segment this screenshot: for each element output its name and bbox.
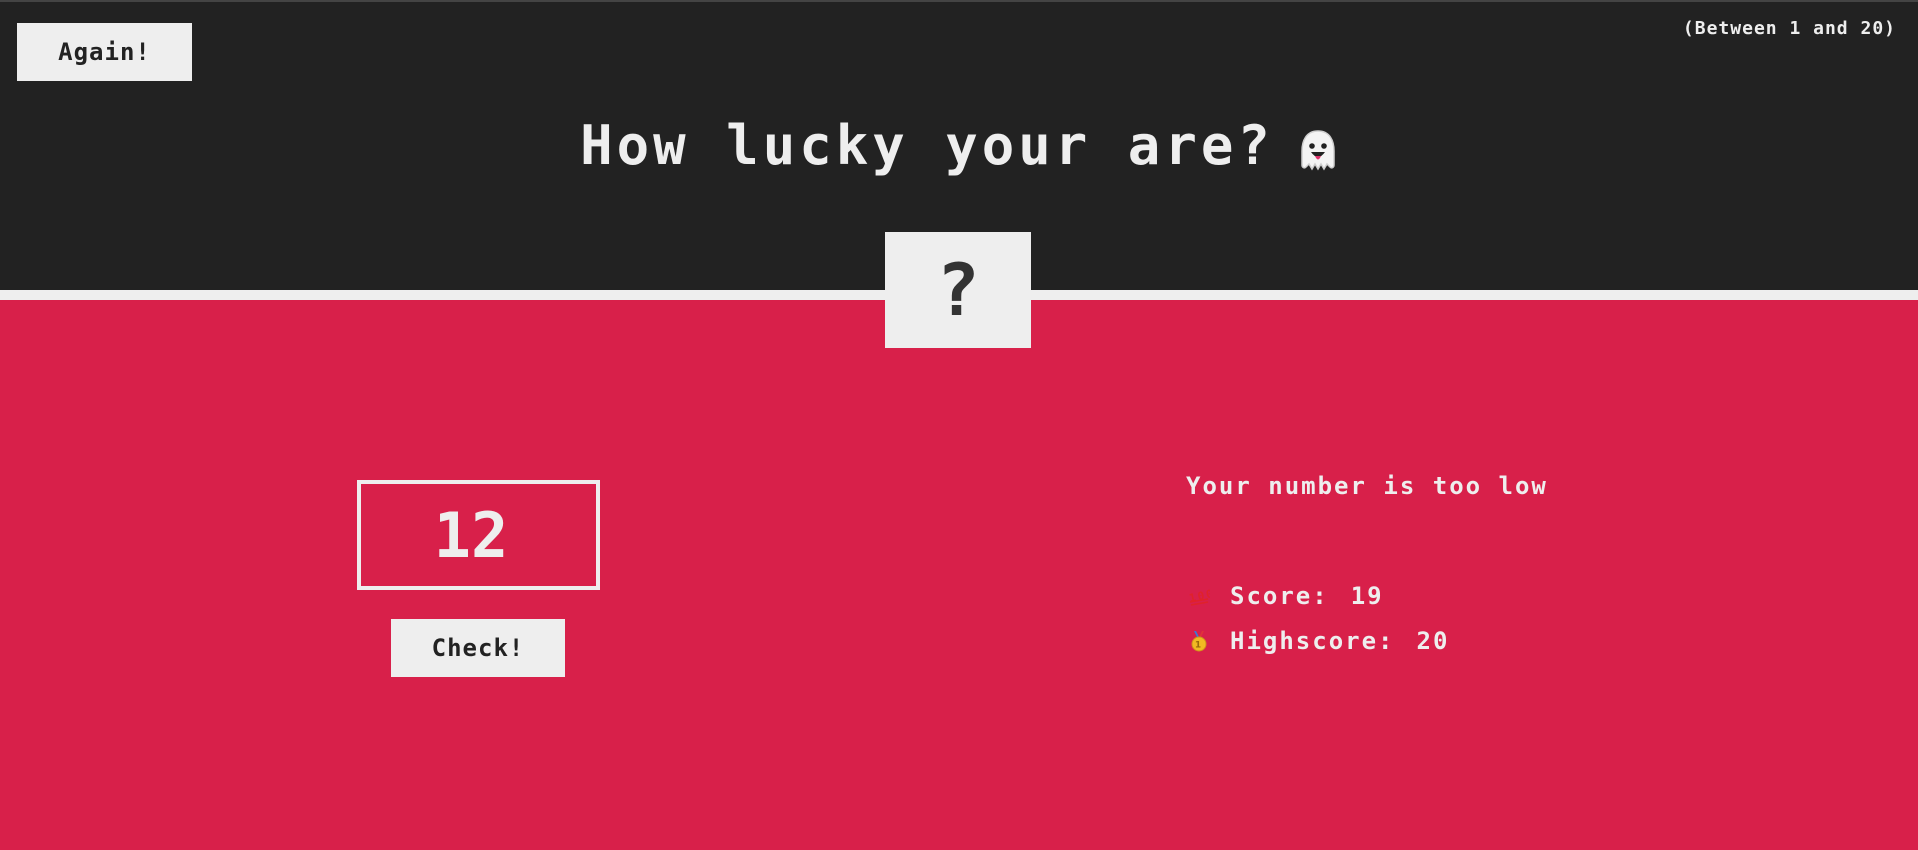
feedback-message: Your number is too low [1186, 472, 1548, 500]
secret-number-box: ? [885, 232, 1031, 348]
range-hint: (Between 1 and 20) [1682, 18, 1896, 39]
highscore-value: 20 [1416, 627, 1450, 655]
game-area [0, 300, 1918, 850]
ghost-icon [1298, 123, 1338, 171]
again-button[interactable]: Again! [17, 23, 192, 81]
check-button[interactable]: Check! [391, 619, 565, 677]
highscore-row: 1 Highscore: 20 [1188, 627, 1449, 655]
score-value: 19 [1350, 582, 1384, 610]
highscore-label: Highscore: [1230, 627, 1395, 655]
score-label: Score: [1230, 582, 1329, 610]
page-title: How lucky your are? [0, 114, 1918, 177]
hundred-points-icon: 100 [1188, 585, 1216, 607]
svg-text:1: 1 [1195, 641, 1203, 651]
score-row: 100 Score: 19 [1188, 582, 1384, 610]
guess-input[interactable] [357, 480, 600, 590]
medal-icon: 1 [1188, 630, 1210, 652]
page-title-text: How lucky your are? [580, 114, 1274, 177]
